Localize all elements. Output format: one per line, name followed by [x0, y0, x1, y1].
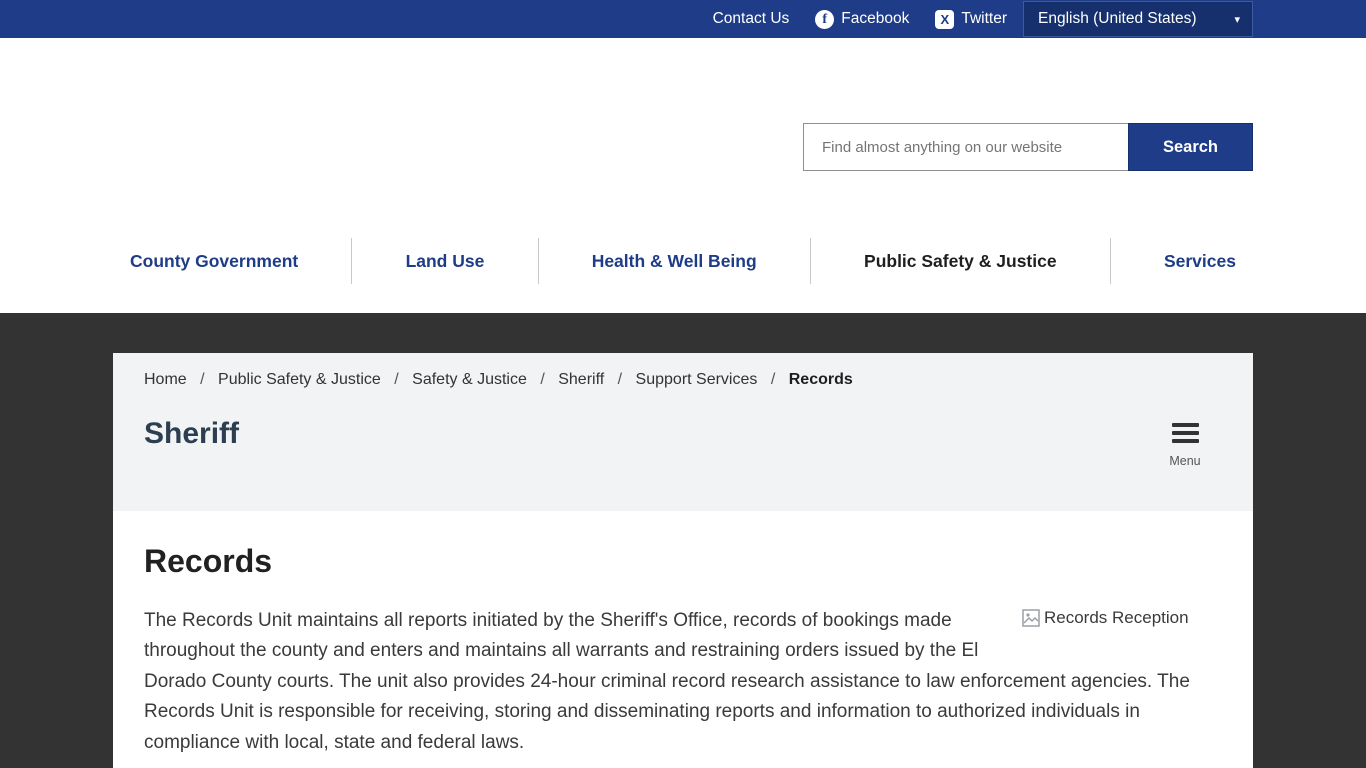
breadcrumb-separator: /	[540, 371, 544, 388]
contact-us-link[interactable]: Contact Us	[713, 10, 790, 28]
facebook-label: Facebook	[841, 10, 909, 28]
breadcrumb-public-safety-justice[interactable]: Public Safety & Justice	[218, 371, 381, 388]
breadcrumb-separator: /	[771, 371, 775, 388]
nav-divider	[810, 238, 811, 284]
breadcrumb-separator: /	[618, 371, 622, 388]
facebook-link[interactable]: f Facebook	[815, 10, 909, 29]
twitter-link[interactable]: X Twitter	[935, 10, 1007, 29]
broken-image-icon	[1022, 609, 1040, 627]
section-header: Home / Public Safety & Justice / Safety …	[113, 353, 1253, 511]
contact-us-label: Contact Us	[713, 10, 790, 28]
body-paragraph: The Records Unit maintains all reports i…	[144, 606, 1222, 758]
nav-item-public-safety-justice[interactable]: Public Safety & Justice	[854, 251, 1067, 272]
page-content: Records Records Reception The Records Un…	[113, 511, 1253, 758]
breadcrumb-current-records: Records	[789, 371, 853, 388]
language-selected-value: English (United States)	[1038, 10, 1197, 28]
hamburger-menu-icon	[1172, 423, 1199, 447]
top-utility-bar: Contact Us f Facebook X Twitter English …	[0, 0, 1366, 38]
page-title: Records	[144, 543, 1222, 580]
page-background: Home / Public Safety & Justice / Safety …	[0, 313, 1366, 768]
nav-item-land-use[interactable]: Land Use	[396, 251, 495, 272]
nav-item-county-government[interactable]: County Government	[120, 251, 308, 272]
nav-divider	[1110, 238, 1111, 284]
main-navigation: County Government Land Use Health & Well…	[120, 232, 1246, 290]
breadcrumb-safety-justice[interactable]: Safety & Justice	[412, 371, 527, 388]
broken-image-alt-text: Records Reception	[1044, 608, 1189, 628]
content-card: Home / Public Safety & Justice / Safety …	[113, 353, 1253, 768]
section-menu-button[interactable]: Menu	[1163, 423, 1207, 468]
nav-item-health-well-being[interactable]: Health & Well Being	[582, 251, 767, 272]
breadcrumb: Home / Public Safety & Justice / Safety …	[144, 371, 1223, 389]
nav-item-services[interactable]: Services	[1154, 251, 1246, 272]
facebook-icon: f	[815, 10, 834, 29]
twitter-x-icon: X	[935, 10, 954, 29]
breadcrumb-separator: /	[200, 371, 204, 388]
breadcrumb-support-services[interactable]: Support Services	[636, 371, 758, 388]
chevron-down-icon: ▾	[1234, 13, 1240, 26]
breadcrumb-sheriff[interactable]: Sheriff	[558, 371, 604, 388]
nav-divider	[351, 238, 352, 284]
breadcrumb-separator: /	[394, 371, 398, 388]
section-title: Sheriff	[144, 417, 1223, 451]
search-input[interactable]	[803, 123, 1128, 171]
site-search: Search	[803, 123, 1253, 171]
records-reception-broken-image: Records Reception	[1022, 608, 1222, 628]
menu-label: Menu	[1163, 454, 1207, 468]
breadcrumb-home[interactable]: Home	[144, 371, 187, 388]
search-button[interactable]: Search	[1128, 123, 1253, 171]
twitter-label: Twitter	[961, 10, 1007, 28]
nav-divider	[538, 238, 539, 284]
language-selector[interactable]: English (United States) ▾	[1023, 1, 1253, 37]
